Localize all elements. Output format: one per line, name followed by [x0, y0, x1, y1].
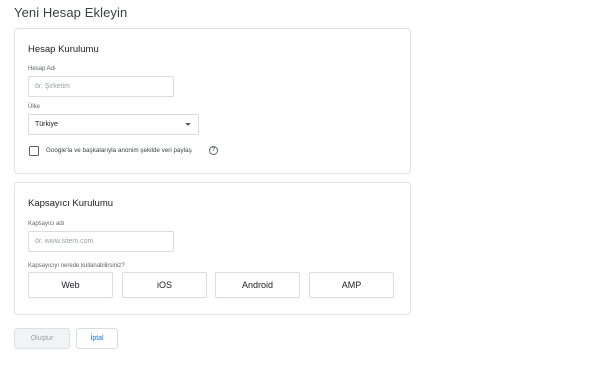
cancel-button[interactable]: İptal — [76, 328, 118, 349]
account-name-label: Hesap Adı — [28, 66, 56, 72]
country-select-value: Türkiye — [35, 121, 58, 128]
page-title: Yeni Hesap Ekleyin — [14, 5, 128, 20]
dropdown-arrow-icon — [185, 123, 191, 126]
account-name-input[interactable]: ör. Şirketim — [28, 76, 174, 97]
container-setup-card: Kapsayıcı Kurulumu Kapsayıcı adı ör. www… — [14, 182, 411, 315]
container-name-placeholder: ör. www.sitem.com — [35, 238, 94, 245]
container-name-label: Kapsayıcı adı — [28, 221, 65, 227]
account-name-placeholder: ör. Şirketim — [35, 83, 71, 90]
country-label: Ülke — [28, 104, 41, 110]
platform-question: Kapsayıcıyı nerede kullanabilirsiniz? — [28, 263, 125, 269]
share-data-row: Google'la ve başkalarıyla anonim şekilde… — [29, 146, 229, 158]
account-setup-title: Hesap Kurulumu — [28, 44, 99, 55]
country-select[interactable]: Türkiye — [28, 114, 199, 135]
account-setup-card: Hesap Kurulumu Hesap Adı ör. Şirketim Ül… — [14, 28, 411, 174]
share-data-checkbox[interactable] — [29, 146, 39, 156]
platform-web-button[interactable]: Web — [28, 272, 113, 298]
new-account-page: Yeni Hesap Ekleyin Hesap Kurulumu Hesap … — [0, 0, 614, 382]
share-data-label: Google'la ve başkalarıyla anonim şekilde… — [46, 147, 192, 154]
platform-android-button[interactable]: Android — [215, 272, 300, 298]
platform-amp-button[interactable]: AMP — [309, 272, 394, 298]
help-icon[interactable]: ? — [209, 146, 218, 155]
container-name-input[interactable]: ör. www.sitem.com — [28, 231, 174, 252]
platform-ios-button[interactable]: iOS — [122, 272, 207, 298]
create-button[interactable]: Oluştur — [14, 328, 70, 349]
container-setup-title: Kapsayıcı Kurulumu — [28, 198, 114, 209]
